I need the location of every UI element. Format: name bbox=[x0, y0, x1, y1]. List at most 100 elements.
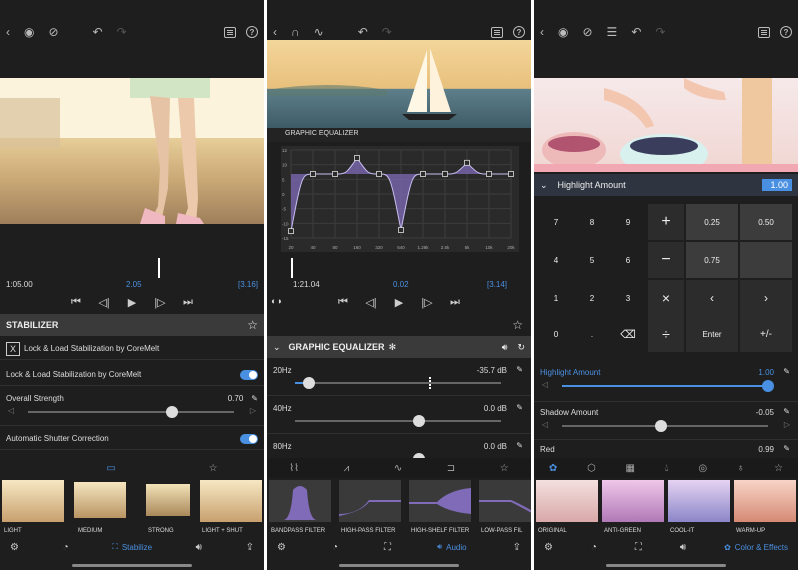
pencil-icon[interactable]: ✎ bbox=[783, 367, 790, 376]
effect-warm-up[interactable]: WARM-UP bbox=[734, 478, 796, 534]
key-1[interactable]: 1 bbox=[538, 280, 574, 316]
stabilization-toggle[interactable] bbox=[240, 369, 258, 380]
pencil-icon[interactable]: ✎ bbox=[516, 441, 523, 450]
plus-minus-key[interactable]: +/- bbox=[740, 316, 792, 352]
multiply-key[interactable]: × bbox=[648, 280, 684, 316]
compressor-tab-icon[interactable]: ⊐ bbox=[447, 463, 455, 474]
effect-cool-it[interactable]: COOL-IT bbox=[668, 478, 730, 534]
slider-left-icon[interactable]: ◁ bbox=[8, 406, 14, 415]
eq-point[interactable] bbox=[442, 171, 448, 177]
collapse-icon[interactable]: ⌄ bbox=[273, 342, 281, 353]
slider-right-icon[interactable]: ▷ bbox=[784, 420, 790, 429]
undo-icon[interactable]: ↶ bbox=[358, 25, 368, 39]
clipboard-icon[interactable] bbox=[758, 26, 770, 38]
preset-highpass[interactable]: HIGH-PASS FILTER bbox=[339, 478, 401, 534]
playhead[interactable] bbox=[291, 258, 293, 278]
settings-icon[interactable]: ⚙ bbox=[10, 542, 19, 553]
slider-left-icon[interactable]: ◁ bbox=[542, 420, 548, 429]
preset-light-shutter[interactable]: LIGHT + SHUT bbox=[200, 478, 262, 534]
preset-light[interactable]: LIGHT bbox=[2, 478, 64, 534]
clipboard-icon[interactable] bbox=[491, 26, 503, 38]
star-icon[interactable]: ☆ bbox=[247, 318, 258, 332]
skip-start-icon[interactable]: ⏮ bbox=[337, 296, 349, 309]
preset-025-key[interactable]: 0.25 bbox=[686, 204, 738, 240]
band-slider[interactable] bbox=[295, 377, 501, 389]
preset-bandpass[interactable]: BANDPASS FILTER bbox=[269, 478, 331, 534]
speed-icon[interactable]: ◔ bbox=[332, 542, 338, 553]
eq-point[interactable] bbox=[376, 171, 382, 177]
right-arrow-key[interactable]: › bbox=[740, 280, 792, 316]
effect-row[interactable]: X Lock & Load Stabilization by CoreMelt bbox=[0, 338, 264, 360]
palette-tab-icon[interactable]: ✿ bbox=[549, 463, 557, 474]
preset-medium[interactable]: MEDIUM bbox=[68, 478, 130, 534]
reset-icon[interactable]: ↻ bbox=[517, 342, 525, 353]
pencil-icon[interactable]: ✎ bbox=[783, 407, 790, 416]
adjust-icon[interactable]: ☰ bbox=[607, 25, 618, 39]
collapse-icon[interactable]: ⌄ bbox=[540, 180, 548, 191]
undo-icon[interactable]: ↶ bbox=[631, 25, 641, 39]
effect-original[interactable]: ORIGINAL bbox=[536, 478, 598, 534]
band-knob[interactable] bbox=[412, 415, 425, 427]
key-7[interactable]: 7 bbox=[538, 204, 574, 240]
band-knob[interactable] bbox=[303, 377, 316, 389]
pencil-icon[interactable]: ✎ bbox=[516, 403, 523, 412]
nav-color-effects[interactable]: ✿ Color & Effects bbox=[724, 543, 788, 552]
skip-end-icon[interactable]: ⏭ bbox=[449, 296, 461, 309]
settings-icon[interactable]: ⚙ bbox=[277, 542, 286, 553]
key-2[interactable]: 2 bbox=[574, 280, 610, 316]
key-5[interactable]: 5 bbox=[574, 242, 610, 278]
divide-key[interactable]: ÷ bbox=[648, 316, 684, 352]
back-icon[interactable]: ‹ bbox=[273, 25, 277, 39]
eq-curve[interactable]: 12 10 5 0 -5 -10 -15 20 40 80 160 320 640 1.28k 2.5k 5k… bbox=[281, 146, 519, 252]
crop-icon[interactable]: ⛶ bbox=[384, 542, 391, 553]
favorites-tab-icon[interactable]: ☆ bbox=[774, 463, 783, 474]
volume-icon[interactable]: 🔊︎ bbox=[502, 342, 508, 353]
graph-tab-icon[interactable]: ⌇⌇ bbox=[289, 463, 299, 474]
filter-tab-icon[interactable]: ⩘ bbox=[344, 463, 350, 474]
preset-050-key[interactable]: 0.50 bbox=[740, 204, 792, 240]
favorites-tab-icon[interactable]: ☆ bbox=[500, 463, 509, 474]
step-forward-icon[interactable]: |▷ bbox=[421, 296, 433, 309]
star-icon[interactable]: ☆ bbox=[512, 318, 523, 332]
eq-graph[interactable]: 12 10 5 0 -5 -10 -15 20 40 80 160 320 640 1.28k 2.5k 5k… bbox=[281, 146, 519, 252]
help-icon[interactable]: ? bbox=[246, 26, 258, 38]
toggle-row[interactable]: Lock & Load Stabilization by CoreMelt bbox=[0, 364, 264, 386]
step-forward-icon[interactable]: |▷ bbox=[154, 296, 166, 309]
step-back-icon[interactable]: ◁| bbox=[98, 296, 110, 309]
step-back-icon[interactable]: ◁| bbox=[365, 296, 377, 309]
back-icon[interactable]: ‹ bbox=[540, 25, 544, 39]
crop-icon[interactable]: ⛶ bbox=[635, 542, 642, 553]
plus-key[interactable]: + bbox=[648, 204, 684, 240]
eq-point[interactable] bbox=[354, 155, 360, 161]
speed-icon[interactable]: ◔ bbox=[591, 542, 597, 553]
left-arrow-key[interactable]: ‹ bbox=[686, 280, 738, 316]
preset-tab-icon[interactable]: ▭ bbox=[106, 463, 115, 474]
band-slider[interactable] bbox=[295, 415, 501, 427]
shutter-toggle[interactable] bbox=[240, 433, 258, 444]
audio-icon[interactable]: 🔊︎ bbox=[196, 542, 202, 553]
bulb-tab-icon[interactable]: ♁ bbox=[737, 463, 745, 474]
clipboard-icon[interactable] bbox=[224, 26, 236, 38]
target-tab-icon[interactable]: ◎ bbox=[698, 463, 707, 474]
help-icon[interactable]: ? bbox=[513, 26, 525, 38]
export-icon[interactable]: ⇪ bbox=[513, 542, 521, 553]
pencil-icon[interactable]: ✎ bbox=[516, 365, 523, 374]
play-icon[interactable]: ▶ bbox=[126, 296, 138, 309]
pencil-icon[interactable]: ✎ bbox=[251, 394, 258, 403]
pencil-icon[interactable]: ✎ bbox=[783, 444, 790, 453]
minus-key[interactable]: − bbox=[648, 242, 684, 278]
enter-key[interactable]: Enter bbox=[686, 316, 738, 352]
cube-tab-icon[interactable]: ⬡ bbox=[587, 463, 596, 474]
nav-audio[interactable]: 🔊︎ Audio bbox=[437, 542, 467, 552]
key-3[interactable]: 3 bbox=[610, 280, 646, 316]
eq-point[interactable] bbox=[464, 159, 470, 166]
redo-icon[interactable]: ↷ bbox=[655, 25, 665, 39]
eye-off-icon[interactable]: ⊘ bbox=[582, 25, 592, 39]
timeline[interactable]: 1:21.04 0.02 [3.14] bbox=[267, 258, 531, 292]
skip-start-icon[interactable]: ⏮ bbox=[70, 296, 82, 309]
eq-point[interactable] bbox=[310, 171, 316, 177]
favorites-tab-icon[interactable]: ☆ bbox=[209, 463, 218, 474]
eq-point[interactable] bbox=[332, 171, 338, 177]
key-0[interactable]: 0 bbox=[538, 316, 574, 352]
param-value-field[interactable]: 1.00 bbox=[762, 179, 792, 191]
